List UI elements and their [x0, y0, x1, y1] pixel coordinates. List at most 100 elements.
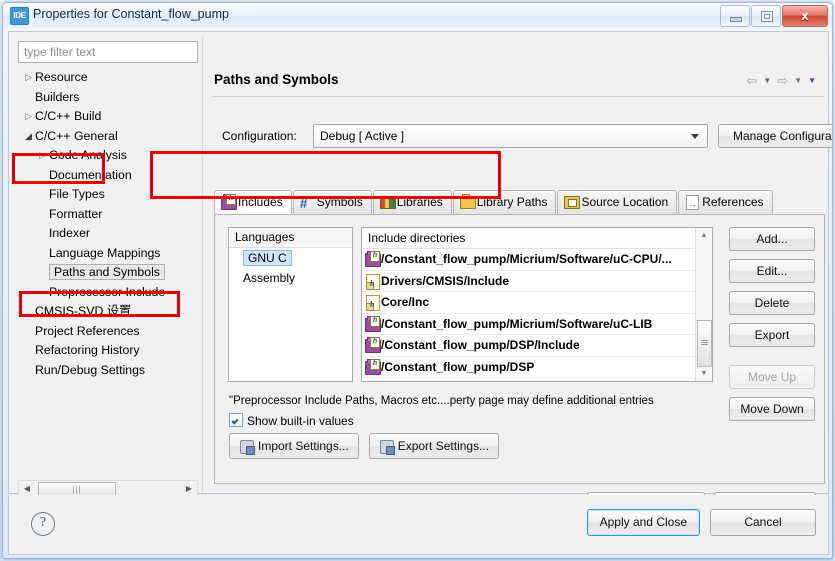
- sidebar-item-label: Refactoring History: [35, 343, 140, 357]
- window-title: Properties for Constant_flow_pump: [33, 7, 229, 21]
- include-directory-row[interactable]: /Constant_flow_pump/Micrium/Software/uC-…: [362, 314, 712, 335]
- export-settings-button[interactable]: Export Settings...: [368, 433, 500, 459]
- relative-include-icon: [365, 295, 380, 313]
- twisty-collapsed-icon[interactable]: ▷: [36, 146, 49, 166]
- language-item-gnu-c[interactable]: GNU C: [229, 248, 352, 268]
- scroll-right-icon[interactable]: ▶: [181, 481, 197, 496]
- twisty-collapsed-icon[interactable]: ▷: [22, 107, 35, 127]
- include-directories-list[interactable]: Include directories /Constant_flow_pump/…: [361, 227, 713, 382]
- import-settings-label: Import Settings...: [258, 439, 349, 453]
- sidebar-item-refactoring-history[interactable]: Refactoring History: [18, 341, 198, 361]
- chevron-down-icon: [691, 134, 699, 139]
- include-directory-row[interactable]: Core/Inc: [362, 292, 712, 314]
- tab-library-paths[interactable]: Library Paths: [452, 190, 557, 214]
- sidebar-item-label: Formatter: [49, 206, 103, 221]
- maximize-button[interactable]: [751, 5, 781, 27]
- manage-configurations-button[interactable]: Manage Configurations...: [718, 124, 832, 148]
- configuration-value: Debug [ Active ]: [320, 129, 405, 143]
- tab-includes[interactable]: Includes: [214, 190, 292, 215]
- hash-icon: #: [299, 196, 307, 211]
- sidebar-item-preprocessor-include[interactable]: Preprocessor Include: [18, 283, 198, 303]
- sidebar-item-file-types[interactable]: File Types: [18, 185, 198, 205]
- include-directory-row[interactable]: /Constant_flow_pump/DSP: [362, 357, 712, 378]
- ide-icon: IDE: [10, 7, 29, 25]
- workspace-include-icon: [365, 251, 381, 267]
- sidebar-item-label: File Types: [49, 187, 105, 201]
- include-path-label: /Constant_flow_pump/Micrium/Software/uC-…: [381, 316, 653, 331]
- apply-and-close-button[interactable]: Apply and Close: [586, 509, 700, 536]
- add-button[interactable]: Add...: [729, 227, 815, 251]
- minimize-button[interactable]: [720, 5, 750, 27]
- sidebar-item-label: Project References: [35, 323, 140, 338]
- sidebar-item-run-debug-settings[interactable]: Run/Debug Settings: [18, 361, 198, 381]
- include-path-label: /Constant_flow_pump/DSP/Include: [381, 338, 580, 352]
- move-down-button[interactable]: Move Down: [729, 397, 815, 421]
- sidebar-item-c-c-general[interactable]: ◢ C/C++ General: [18, 127, 198, 147]
- settings-tree[interactable]: ▷ Resource Builders ▷ C/C++ Build ◢ C/C++ Gene…: [18, 68, 198, 478]
- cancel-button[interactable]: Cancel: [710, 509, 816, 536]
- title-bar: IDE Properties for Constant_flow_pump x: [3, 3, 832, 29]
- configuration-select[interactable]: Debug [ Active ]: [313, 124, 708, 148]
- panel-divider: [202, 37, 203, 492]
- sidebar-item-indexer[interactable]: Indexer: [18, 224, 198, 244]
- tab-references[interactable]: References: [678, 190, 773, 215]
- languages-list[interactable]: Languages GNU C Assembly: [228, 227, 353, 382]
- scroll-left-icon[interactable]: ◀: [19, 481, 35, 496]
- view-menu-chevron-down-icon[interactable]: ▼: [808, 72, 816, 90]
- configuration-label: Configuration:: [222, 129, 297, 143]
- delete-button[interactable]: Delete: [729, 291, 815, 315]
- filter-input[interactable]: type filter text: [18, 41, 198, 63]
- tab-libraries[interactable]: Libraries: [372, 190, 452, 214]
- export-button[interactable]: Export: [729, 323, 815, 347]
- sidebar-item-label: Language Mappings: [49, 245, 161, 260]
- tab-label: Library Paths: [476, 195, 548, 209]
- language-label: Assembly: [243, 271, 296, 285]
- include-scroll-thumb[interactable]: [697, 320, 712, 367]
- sidebar-item-label: Run/Debug Settings: [35, 362, 146, 377]
- sidebar-item-cmsis-svd[interactable]: CMSIS-SVD 设置: [18, 302, 198, 322]
- sidebar-item-label: Code Analysis: [49, 148, 127, 162]
- sidebar-item-builders[interactable]: Builders: [18, 88, 198, 108]
- sidebar-item-code-analysis[interactable]: ▷ Code Analysis: [18, 146, 198, 166]
- back-arrow-icon[interactable]: ⇦: [746, 72, 757, 90]
- languages-header: Languages: [229, 228, 352, 248]
- show-builtin-values-checkbox[interactable]: Show built-in values: [229, 413, 354, 428]
- sidebar-item-project-references[interactable]: Project References: [18, 322, 198, 342]
- close-button[interactable]: x: [782, 5, 828, 27]
- tab-source-location[interactable]: Source Location: [557, 190, 678, 214]
- import-settings-icon: [239, 439, 255, 455]
- sidebar-item-c-c-build[interactable]: ▷ C/C++ Build: [18, 107, 198, 127]
- tab-label: Libraries: [396, 195, 443, 209]
- back-menu-chevron-down-icon[interactable]: ▼: [763, 72, 771, 90]
- include-directory-row[interactable]: Drivers/CMSIS/Include: [362, 271, 712, 292]
- include-action-buttons: Add... Edit... Delete Export Move Up Move Dow…: [729, 227, 815, 429]
- edit-button[interactable]: Edit...: [729, 259, 815, 283]
- sidebar-item-documentation[interactable]: Documentation: [18, 166, 198, 186]
- twisty-expanded-icon[interactable]: ◢: [22, 127, 35, 147]
- sidebar-item-resource[interactable]: ▷ Resource: [18, 68, 198, 88]
- window-frame: IDE Properties for Constant_flow_pump x …: [2, 2, 833, 559]
- tab-label: Includes: [238, 195, 283, 209]
- sidebar-item-label: Paths and Symbols: [49, 264, 165, 280]
- tab-bar[interactable]: Includes # Symbols Libraries Library Paths So…: [214, 190, 774, 215]
- sidebar-item-paths-and-symbols[interactable]: Paths and Symbols: [18, 263, 198, 283]
- includes-tab-panel: Languages GNU C Assembly Include director…: [214, 214, 825, 484]
- export-settings-icon: [379, 439, 395, 455]
- scroll-down-icon[interactable]: ▼: [696, 366, 712, 381]
- forward-arrow-icon[interactable]: ⇨: [777, 72, 788, 90]
- header-divider: [212, 96, 824, 97]
- sidebar-item-language-mappings[interactable]: Language Mappings: [18, 244, 198, 264]
- twisty-collapsed-icon[interactable]: ▷: [22, 68, 35, 88]
- language-item-assembly[interactable]: Assembly: [229, 268, 352, 288]
- include-vertical-scrollbar[interactable]: ▲ ▼: [695, 228, 712, 381]
- include-path-label: /Constant_flow_pump/Micrium/Software/uC-…: [381, 252, 672, 266]
- scroll-up-icon[interactable]: ▲: [696, 228, 712, 243]
- question-mark-icon[interactable]: ?: [31, 512, 55, 536]
- include-directory-row[interactable]: /Constant_flow_pump/Micrium/Software/uC-…: [362, 249, 712, 271]
- forward-menu-chevron-down-icon[interactable]: ▼: [794, 72, 802, 90]
- include-directory-row[interactable]: /Constant_flow_pump/DSP/Include: [362, 335, 712, 357]
- sidebar-item-formatter[interactable]: Formatter: [18, 205, 198, 225]
- dialog-body: type filter text ▷ Resource Builders ▷ C/C++…: [8, 31, 832, 517]
- import-settings-button[interactable]: Import Settings...: [229, 433, 359, 459]
- tab-symbols[interactable]: # Symbols: [292, 190, 372, 214]
